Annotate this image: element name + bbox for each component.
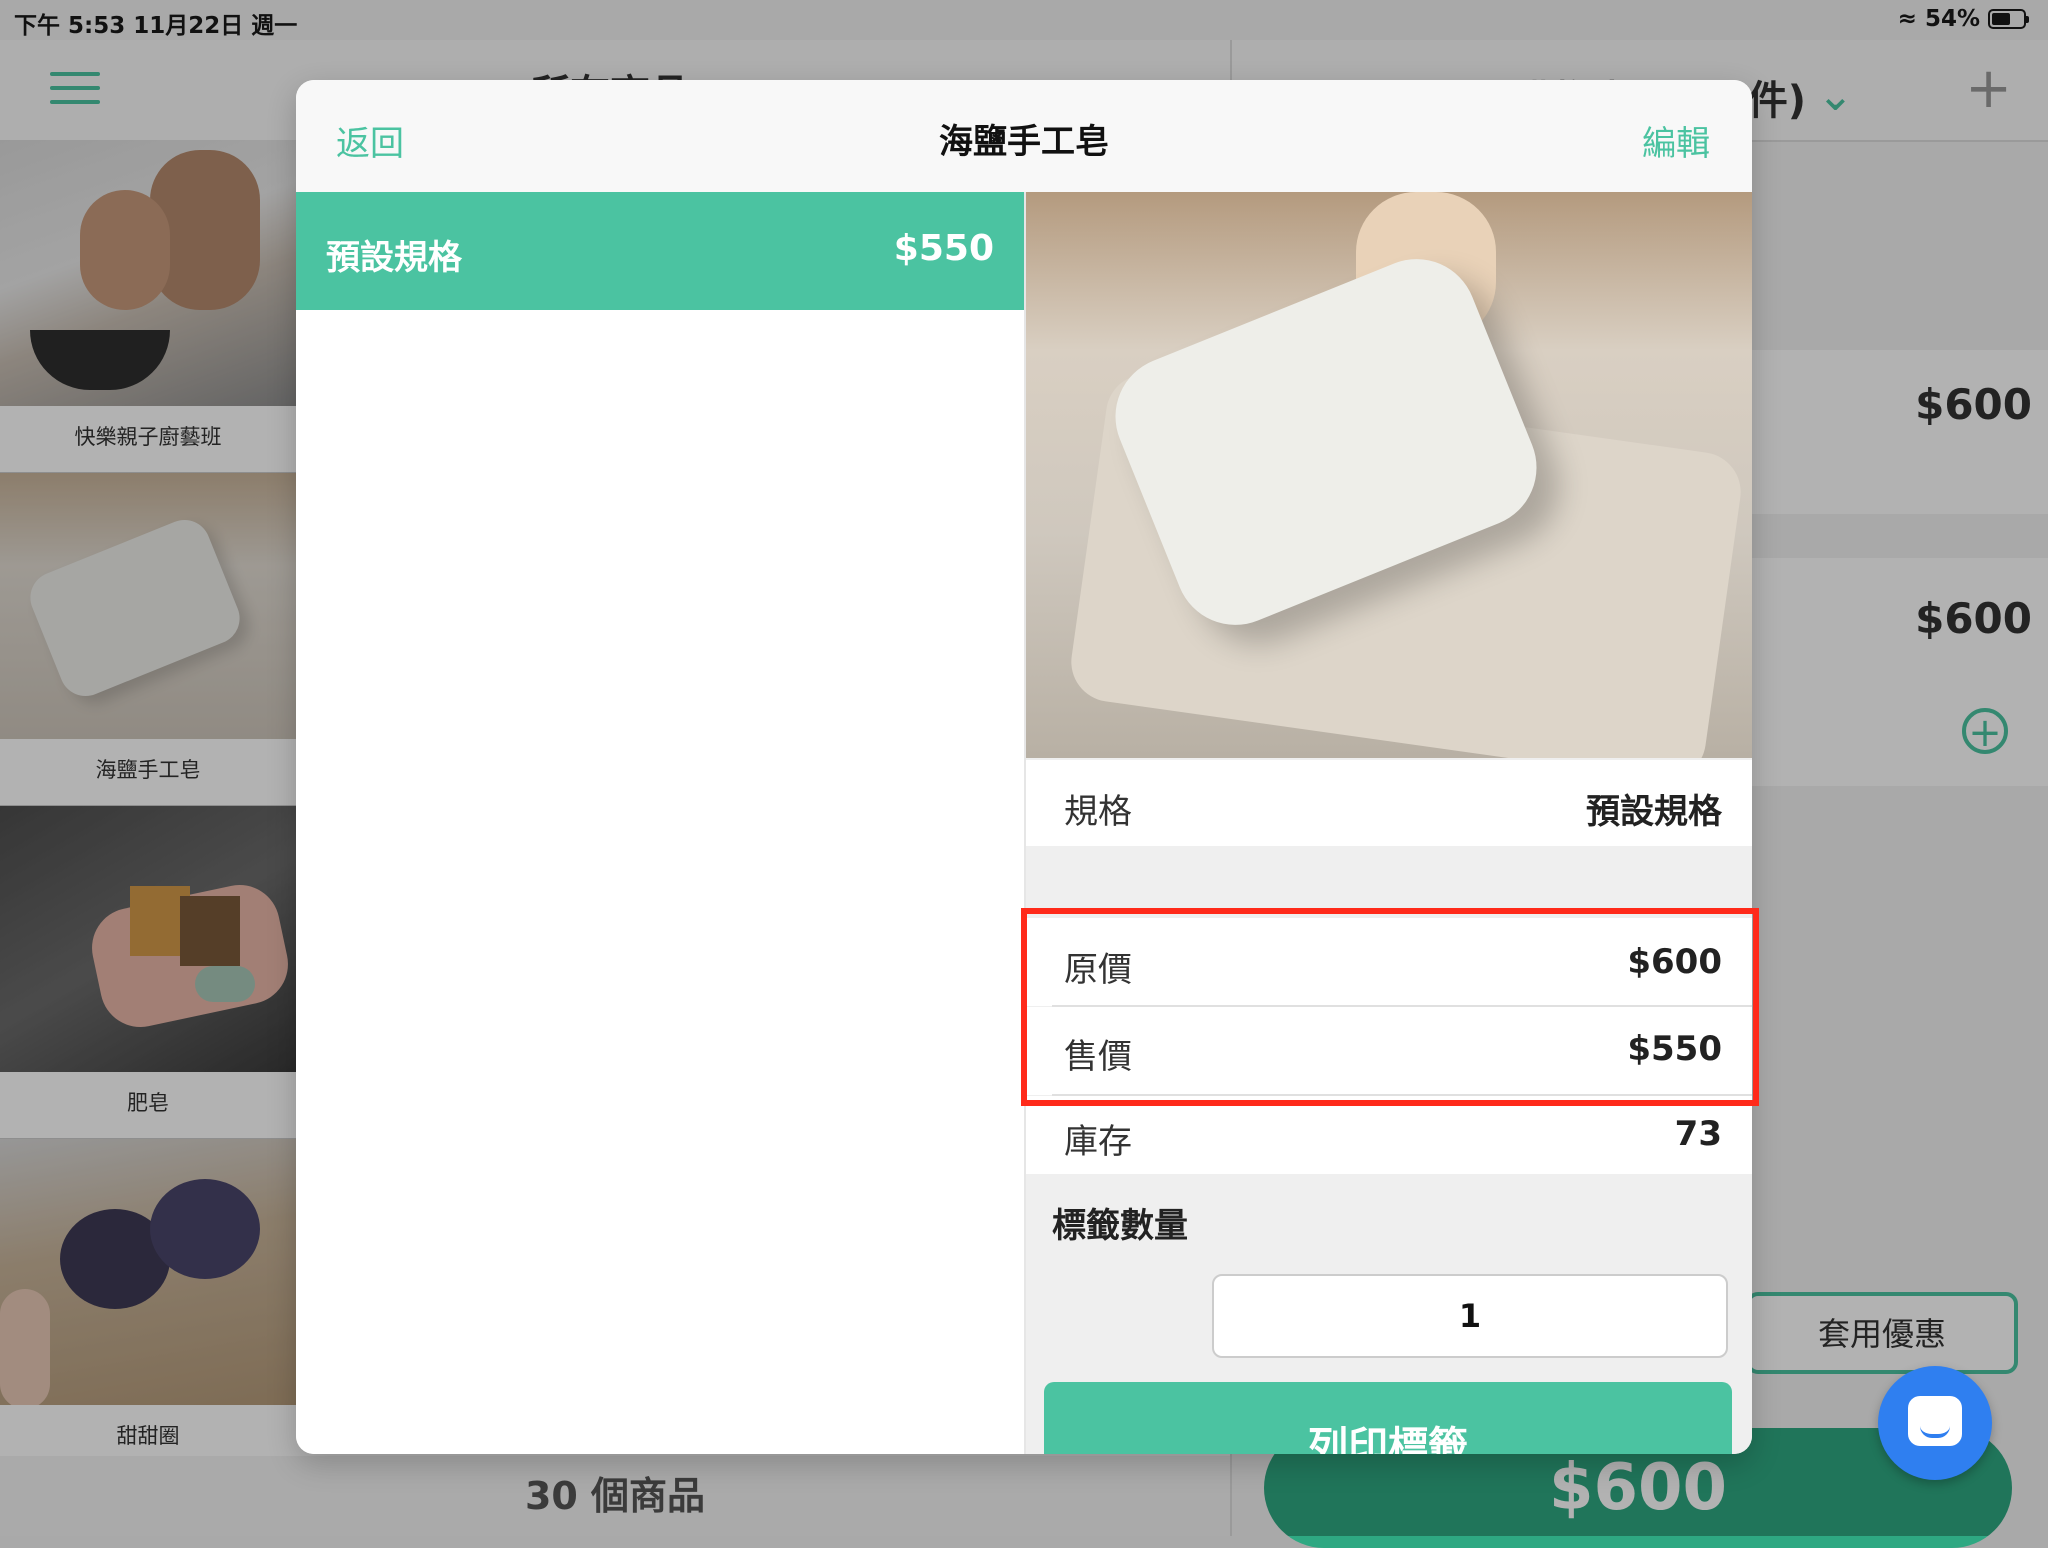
status-time: 下午 5:53 11月22日 週一 <box>14 13 298 39</box>
battery-percent: 54% <box>1924 6 1980 32</box>
original-price-row: 原價 $600 <box>1026 918 1752 1006</box>
variant-detail: 規格 預設規格 原價 $600 售價 $550 庫存 73 標籤數量 列印標籤 <box>1026 192 1752 1454</box>
label-quantity-label: 標籤數量 <box>1052 1206 1188 1246</box>
modal-title: 海鹽手工皂 <box>939 122 1109 162</box>
modal-header: 返回 海鹽手工皂 編輯 <box>296 80 1752 194</box>
variant-price: $550 <box>893 228 994 269</box>
original-price-label: 原價 <box>1064 950 1132 990</box>
stock-row: 庫存 73 <box>1026 1096 1752 1174</box>
status-bar: 下午 5:53 11月22日 週一 ≈ 54% <box>0 0 2048 40</box>
variant-list: 預設規格 $550 <box>296 192 1026 1454</box>
sale-price-value: $550 <box>1627 1029 1722 1069</box>
variant-name: 預設規格 <box>326 238 462 278</box>
chat-icon[interactable] <box>1878 1366 1992 1480</box>
original-price-value: $600 <box>1627 942 1722 982</box>
spec-row: 規格 預設規格 <box>1026 760 1752 846</box>
spec-label: 規格 <box>1064 792 1132 832</box>
battery-icon <box>1988 9 2029 29</box>
stock-label: 庫存 <box>1064 1122 1132 1162</box>
edit-button[interactable]: 編輯 <box>1642 116 1710 165</box>
sale-price-row: 售價 $550 <box>1026 1007 1752 1095</box>
print-label-button[interactable]: 列印標籤 <box>1044 1382 1732 1454</box>
product-photo <box>1026 192 1752 758</box>
sale-price-label: 售價 <box>1064 1037 1132 1077</box>
label-quantity-input[interactable] <box>1212 1274 1728 1358</box>
wifi-icon: ≈ <box>1897 6 1917 32</box>
product-detail-modal: 返回 海鹽手工皂 編輯 預設規格 $550 規格 預設規格 原價 $600 售價… <box>296 80 1752 1454</box>
spec-value: 預設規格 <box>1586 792 1722 832</box>
variant-item[interactable]: 預設規格 $550 <box>296 192 1024 310</box>
stock-value: 73 <box>1674 1114 1722 1154</box>
